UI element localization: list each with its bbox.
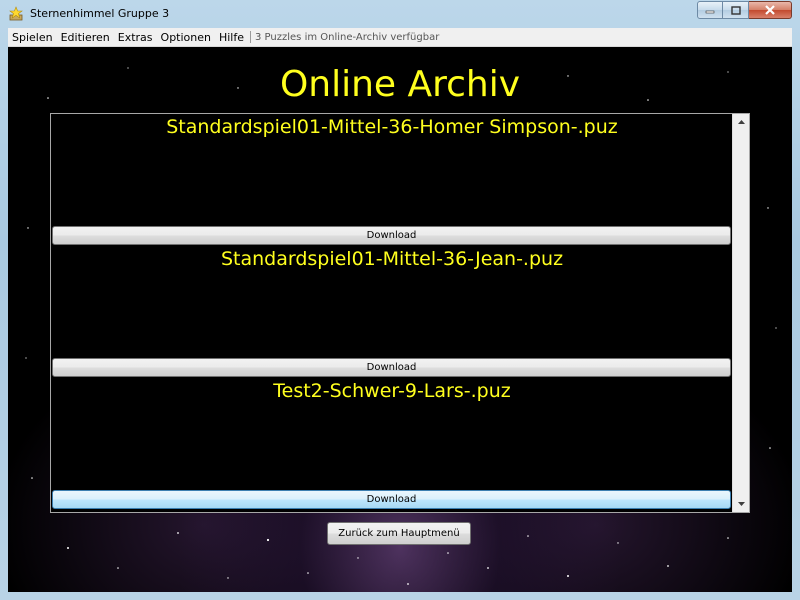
download-button[interactable]: Download [52, 490, 731, 509]
client-area: Spielen Editieren Extras Optionen Hilfe … [8, 28, 792, 592]
close-button[interactable] [749, 1, 792, 19]
menu-spielen[interactable]: Spielen [8, 31, 57, 44]
window-title: Sternenhimmel Gruppe 3 [30, 7, 170, 20]
page-title: Online Archiv [279, 64, 521, 105]
download-button[interactable]: Download [52, 226, 731, 245]
minimize-button[interactable] [697, 1, 723, 19]
scroll-down-icon[interactable] [733, 496, 749, 512]
puzzle-file-name: Standardspiel01-Mittel-36-Homer Simpson-… [166, 116, 618, 138]
menu-extras[interactable]: Extras [114, 31, 157, 44]
menu-editieren[interactable]: Editieren [57, 31, 114, 44]
puzzle-file-name: Standardspiel01-Mittel-36-Jean-.puz [220, 248, 564, 270]
back-to-main-menu-button[interactable]: Zurück zum Hauptmenü [327, 522, 471, 545]
menu-separator [250, 31, 252, 43]
maximize-icon [730, 5, 741, 15]
vertical-scrollbar[interactable] [732, 114, 749, 512]
window-controls [697, 1, 792, 19]
puzzle-file-name: Test2-Schwer-9-Lars-.puz [273, 380, 511, 402]
list-item: Test2-Schwer-9-Lars-.puz Download [51, 378, 733, 510]
download-button[interactable]: Download [52, 358, 731, 377]
minimize-icon [705, 10, 715, 14]
close-icon [765, 5, 775, 15]
app-window: Sternenhimmel Gruppe 3 Spielen Editieren… [0, 0, 800, 600]
archive-list-viewport: Standardspiel01-Mittel-36-Homer Simpson-… [51, 114, 733, 512]
menu-optionen[interactable]: Optionen [157, 31, 215, 44]
list-item: Standardspiel01-Mittel-36-Jean-.puz Down… [51, 246, 733, 378]
menu-hilfe[interactable]: Hilfe [215, 31, 248, 44]
star-app-icon [8, 6, 24, 22]
list-item: Standardspiel01-Mittel-36-Homer Simpson-… [51, 114, 733, 246]
status-text: 3 Puzzles im Online-Archiv verfügbar [255, 31, 440, 43]
maximize-button[interactable] [723, 1, 749, 19]
menu-bar: Spielen Editieren Extras Optionen Hilfe … [8, 28, 792, 47]
title-bar[interactable]: Sternenhimmel Gruppe 3 [0, 0, 800, 28]
scroll-up-icon[interactable] [733, 114, 749, 130]
archive-list[interactable]: Standardspiel01-Mittel-36-Homer Simpson-… [50, 113, 750, 513]
